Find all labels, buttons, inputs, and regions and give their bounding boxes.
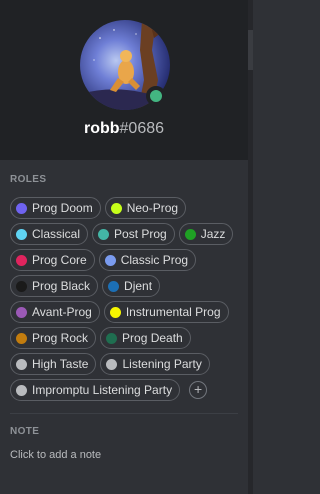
plus-icon[interactable]: + <box>189 381 208 399</box>
role-name: Prog Core <box>32 253 87 267</box>
role-name: Classic Prog <box>120 253 189 267</box>
role-color-dot[interactable] <box>16 332 27 344</box>
role-pill[interactable]: Avant-Prog <box>10 301 100 323</box>
section-divider <box>10 413 238 414</box>
discriminator: #0686 <box>119 120 165 137</box>
note-input[interactable]: Click to add a note <box>10 449 101 461</box>
role-name: High Taste <box>32 357 89 371</box>
role-color-dot[interactable] <box>98 228 110 240</box>
role-pill[interactable]: Impromptu Listening Party <box>10 379 181 401</box>
role-name: Prog Death <box>122 331 183 345</box>
role-pill[interactable]: Prog Black <box>10 275 99 297</box>
role-name: Prog Rock <box>32 331 89 345</box>
role-pill[interactable]: Classical <box>10 223 89 245</box>
role-color-dot[interactable] <box>16 358 27 370</box>
role-name: Classical <box>32 227 81 241</box>
role-pill[interactable]: Prog Rock <box>10 327 97 349</box>
role-pill[interactable]: Jazz <box>178 223 234 245</box>
role-name: Listening Party <box>122 357 202 371</box>
role-pill[interactable]: High Taste <box>10 353 97 375</box>
username-tag[interactable]: robb#0686 <box>0 120 248 138</box>
role-name: Avant-Prog <box>32 305 92 319</box>
role-name: Prog Black <box>32 279 91 293</box>
role-color-dot[interactable] <box>16 202 27 214</box>
role-color-dot[interactable] <box>16 280 27 292</box>
role-pill[interactable]: Classic Prog <box>98 249 197 271</box>
role-name: Prog Doom <box>32 201 93 215</box>
note-heading: NOTE <box>10 426 40 437</box>
role-color-dot[interactable] <box>16 384 27 396</box>
role-color-dot[interactable] <box>16 306 27 318</box>
role-name: Djent <box>124 279 153 293</box>
role-name: Post Prog <box>114 227 167 241</box>
role-color-dot[interactable] <box>184 228 196 240</box>
role-name: Impromptu Listening Party <box>32 383 173 397</box>
background-scroll-edge <box>248 0 253 494</box>
role-name: Instrumental Prog <box>125 305 221 319</box>
role-color-dot[interactable] <box>16 254 27 266</box>
role-color-dot[interactable] <box>108 280 120 292</box>
role-color-dot[interactable] <box>106 358 118 370</box>
role-color-dot[interactable] <box>110 202 122 214</box>
roles-list: Prog Doom Neo-Prog Classical Post Prog J… <box>10 197 246 401</box>
user-profile-popout: robb#0686 ROLES Prog Doom Neo-Prog Class… <box>0 0 248 494</box>
username: robb <box>83 120 120 137</box>
scroll-thumb[interactable] <box>248 30 253 70</box>
role-color-dot[interactable] <box>104 254 116 266</box>
role-name: Jazz <box>200 227 226 241</box>
roles-heading: ROLES <box>10 174 47 185</box>
role-pill[interactable]: Neo-Prog <box>104 197 187 219</box>
role-color-dot[interactable] <box>16 228 27 240</box>
role-pill[interactable]: Listening Party <box>100 353 210 375</box>
role-color-dot[interactable] <box>106 332 118 344</box>
role-pill[interactable]: Post Prog <box>92 223 175 245</box>
role-pill[interactable]: Instrumental Prog <box>103 301 229 323</box>
online-status-indicator <box>146 86 166 106</box>
role-name: Neo-Prog <box>126 201 179 215</box>
role-pill[interactable]: Prog Doom <box>10 197 101 219</box>
role-pill[interactable]: Prog Core <box>10 249 95 271</box>
role-pill[interactable]: Prog Death <box>100 327 191 349</box>
role-pill[interactable]: Djent <box>102 275 161 297</box>
profile-header: robb#0686 <box>0 0 248 160</box>
role-color-dot[interactable] <box>109 306 121 318</box>
avatar[interactable] <box>80 20 170 110</box>
